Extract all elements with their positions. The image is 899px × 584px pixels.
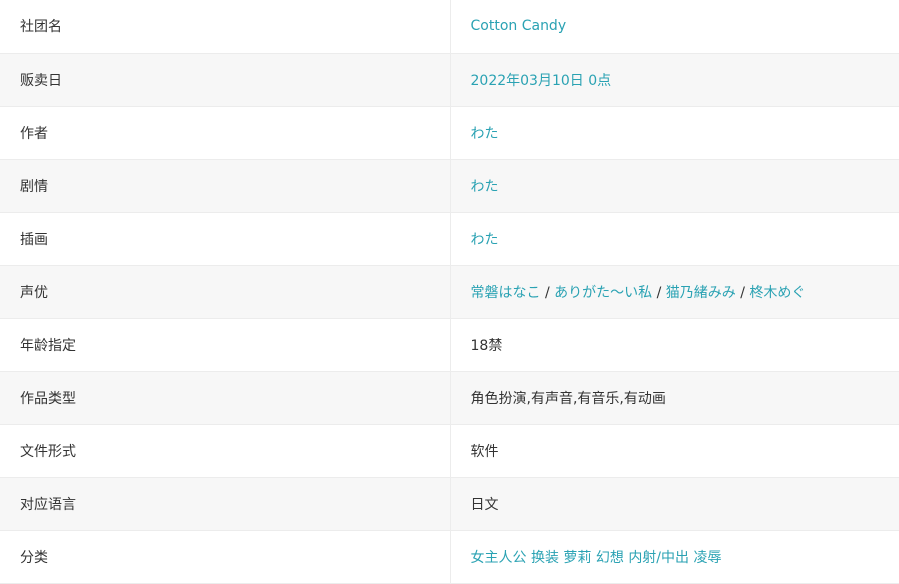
row-illustration: 插画 わた [0, 212, 899, 266]
row-label: 作者 [0, 106, 450, 160]
language-value: 日文 [449, 477, 899, 531]
row-genres: 分类 女主人公 换装 萝莉 幻想 内射/中出 凌辱 [0, 530, 899, 584]
voice-actor-link[interactable]: ありがた～い私 [554, 285, 652, 301]
genre-tag-link[interactable]: 女主人公 [471, 550, 527, 566]
age-rating-value: 18禁 [449, 318, 899, 372]
voice-actor-link[interactable]: 常磐はなこ [471, 285, 541, 301]
genre-tag-link[interactable]: 内射/中出 [628, 550, 689, 566]
genre-tag-link[interactable]: 幻想 [596, 550, 624, 566]
row-voice-actors: 声优 常磐はなこ / ありがた～い私 / 猫乃緒みみ / 柊木めぐ [0, 265, 899, 319]
separator: / [540, 284, 555, 301]
voice-actor-link[interactable]: 猫乃緒みみ [666, 285, 736, 301]
circle-link[interactable]: Cotton Candy [471, 18, 567, 34]
row-value: 常磐はなこ / ありがた～い私 / 猫乃緒みみ / 柊木めぐ [449, 265, 899, 319]
row-label: 分类 [0, 530, 450, 584]
row-label: 文件形式 [0, 424, 450, 478]
genre-tag-link[interactable]: 换装 [531, 550, 559, 566]
voice-actor-link[interactable]: 柊木めぐ [749, 285, 805, 301]
row-language: 对应语言 日文 [0, 477, 899, 531]
row-scenario: 剧情 わた [0, 159, 899, 213]
row-value: わた [449, 212, 899, 266]
separator: / [652, 284, 666, 301]
row-value: わた [449, 106, 899, 160]
row-label: 剧情 [0, 159, 450, 213]
genre-tag-link[interactable]: 凌辱 [693, 550, 721, 566]
row-label: 对应语言 [0, 477, 450, 531]
row-value: わた [449, 159, 899, 213]
row-label: 作品类型 [0, 371, 450, 425]
work-type-value: 角色扮演,有声音,有音乐,有动画 [449, 371, 899, 425]
illustration-link[interactable]: わた [471, 232, 499, 248]
separator: / [735, 284, 750, 301]
genre-tag-link[interactable]: 萝莉 [563, 550, 591, 566]
row-value: 女主人公 换装 萝莉 幻想 内射/中出 凌辱 [449, 530, 899, 584]
scenario-link[interactable]: わた [471, 179, 499, 195]
file-format-value: 软件 [449, 424, 899, 478]
row-label: 贩卖日 [0, 53, 450, 107]
row-file-format: 文件形式 软件 [0, 424, 899, 478]
row-label: 插画 [0, 212, 450, 266]
row-label: 声优 [0, 265, 450, 319]
row-release-date: 贩卖日 2022年03月10日 0点 [0, 53, 899, 107]
row-circle: 社团名 Cotton Candy [0, 0, 899, 54]
row-work-type: 作品类型 角色扮演,有声音,有音乐,有动画 [0, 371, 899, 425]
row-author: 作者 わた [0, 106, 899, 160]
author-link[interactable]: わた [471, 126, 499, 142]
row-label: 社团名 [0, 0, 450, 54]
work-info-table: 社团名 Cotton Candy 贩卖日 2022年03月10日 0点 作者 わ… [0, 0, 899, 584]
row-label: 年龄指定 [0, 318, 450, 372]
release-date-link[interactable]: 2022年03月10日 0点 [471, 73, 612, 89]
row-value: 2022年03月10日 0点 [449, 53, 899, 107]
row-age-rating: 年龄指定 18禁 [0, 318, 899, 372]
row-value: Cotton Candy [449, 0, 899, 54]
